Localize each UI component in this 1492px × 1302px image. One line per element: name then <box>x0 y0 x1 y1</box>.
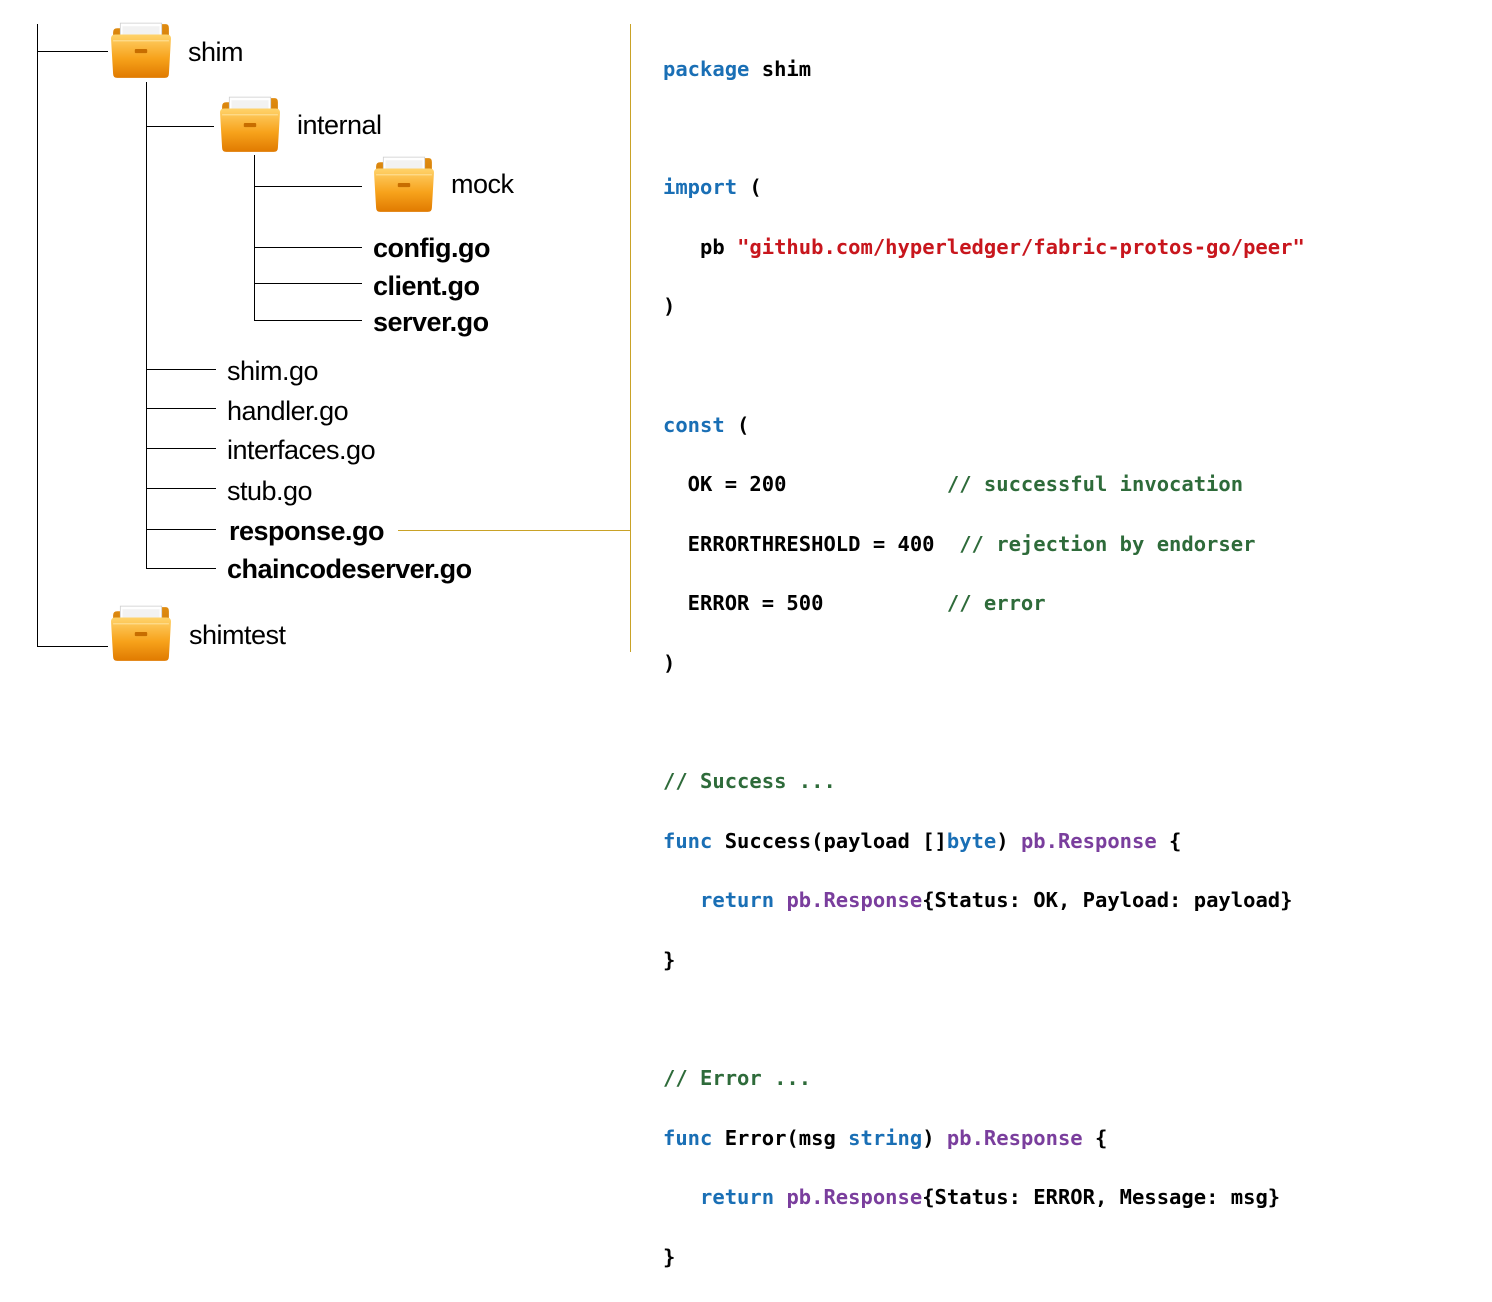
code-type: pb.Response <box>786 888 923 913</box>
code-panel: package shim import ( pb "github.com/hyp… <box>663 25 1305 1302</box>
code-comment: // Error ... <box>663 1066 812 1091</box>
code-line: // Error ... <box>663 1064 1305 1094</box>
code-text: ) <box>922 1125 947 1150</box>
code-line: OK = 200 // successful invocation <box>663 470 1305 500</box>
code-text: {Status: ERROR, Message: msg} <box>922 1185 1281 1210</box>
code-string: "github.com/hyperledger/fabric-protos-go… <box>737 234 1305 259</box>
file-label-server: server.go <box>373 307 489 337</box>
code-line: ERROR = 500 // error <box>663 589 1305 619</box>
code-line: } <box>663 946 1305 976</box>
code-line: import ( <box>663 173 1305 203</box>
file-label-client: client.go <box>373 271 480 301</box>
code-comment: // successful invocation <box>946 472 1244 497</box>
code-keyword: import <box>663 175 738 200</box>
folder-icon <box>373 154 435 214</box>
file-label-chaincodeserver: chaincodeserver.go <box>227 554 472 584</box>
tree-trunk-shim <box>146 82 147 569</box>
file-label-interfaces: interfaces.go <box>227 435 376 465</box>
code-text: { <box>1156 828 1182 853</box>
code-type: pb.Response <box>1020 828 1157 853</box>
code-text: ) <box>996 828 1021 853</box>
file-label-shim-go: shim.go <box>227 356 319 386</box>
code-text: ) <box>663 294 676 319</box>
code-text: pb <box>700 234 738 259</box>
folder-icon <box>219 94 281 154</box>
code-line: package shim <box>663 55 1305 85</box>
code-type: pb.Response <box>946 1125 1083 1150</box>
code-line: } <box>663 1243 1305 1273</box>
tree-trunk-root <box>37 24 38 647</box>
code-keyword: func <box>663 828 713 853</box>
code-keyword: package <box>663 56 750 81</box>
tree-branch-handler <box>146 408 216 409</box>
code-text: ( <box>724 413 750 438</box>
tree-branch-shim <box>37 51 108 52</box>
tree-branch-mock <box>254 186 362 187</box>
tree-branch-shimtest <box>37 646 108 647</box>
folder-label-mock: mock <box>451 169 514 199</box>
code-text: } <box>663 1244 676 1269</box>
code-panel-divider <box>630 24 631 652</box>
tree-branch-chaincodeserver <box>146 568 216 569</box>
code-line: func Error(msg string) pb.Response { <box>663 1124 1305 1154</box>
tree-branch-shim-go <box>146 369 216 370</box>
code-text: shim <box>749 56 812 81</box>
code-text: {Status: OK, Payload: payload} <box>922 888 1293 913</box>
code-comment: // error <box>946 591 1046 616</box>
response-connector-line <box>398 530 630 531</box>
code-keyword: func <box>663 1125 713 1150</box>
folder-label-shimtest: shimtest <box>189 620 286 650</box>
code-text: ( <box>737 175 762 200</box>
tree-branch-internal <box>146 126 214 127</box>
code-text: ERROR = 500 <box>663 591 947 616</box>
code-keyword: return <box>700 888 775 913</box>
code-keyword: string <box>848 1125 923 1150</box>
code-comment: // rejection by endorser <box>959 531 1256 556</box>
code-line: const ( <box>663 411 1305 441</box>
code-line: pb "github.com/hyperledger/fabric-protos… <box>663 233 1305 263</box>
tree-trunk-internal <box>254 155 255 321</box>
tree-branch-server <box>254 320 362 321</box>
tree-branch-stub <box>146 488 216 489</box>
code-line: return pb.Response{Status: ERROR, Messag… <box>663 1183 1305 1213</box>
folder-icon <box>110 20 172 80</box>
code-line: // Success ... <box>663 767 1305 797</box>
code-keyword: const <box>663 413 725 438</box>
code-keyword: byte <box>946 828 997 853</box>
code-text: Error(msg <box>712 1125 849 1150</box>
code-text: Success(payload [] <box>712 828 947 853</box>
code-line: ERRORTHRESHOLD = 400 // rejection by end… <box>663 530 1305 560</box>
code-keyword: return <box>700 1185 775 1210</box>
code-text: OK = 200 <box>663 472 947 497</box>
tree-branch-client <box>254 283 362 284</box>
code-comment: // Success ... <box>663 769 836 794</box>
code-line: ) <box>663 292 1305 322</box>
code-text: ERRORTHRESHOLD = 400 <box>663 531 960 556</box>
code-text: ) <box>663 650 676 675</box>
tree-branch-response <box>146 529 216 530</box>
folder-label-shim: shim <box>188 37 244 67</box>
file-label-stub: stub.go <box>227 476 313 506</box>
folder-label-internal: internal <box>297 110 382 140</box>
code-line: func Success(payload []byte) pb.Response… <box>663 827 1305 857</box>
tree-branch-config <box>254 247 362 248</box>
code-text: } <box>663 947 676 972</box>
file-label-config: config.go <box>373 233 490 263</box>
file-label-handler: handler.go <box>227 396 349 426</box>
file-label-response: response.go <box>229 516 385 546</box>
code-type: pb.Response <box>786 1185 923 1210</box>
code-line: return pb.Response{Status: OK, Payload: … <box>663 886 1305 916</box>
folder-icon <box>110 603 172 663</box>
code-line: ) <box>663 649 1305 679</box>
code-text: { <box>1082 1125 1108 1150</box>
tree-branch-interfaces <box>146 448 216 449</box>
